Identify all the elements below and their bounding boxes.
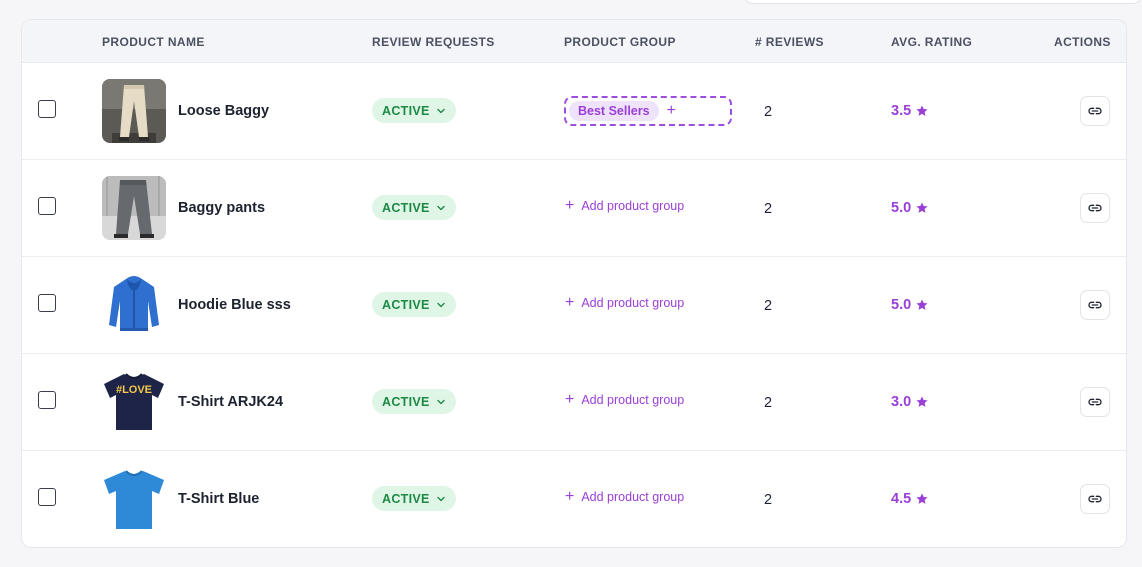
star-icon — [916, 202, 928, 213]
add-product-group-button[interactable]: + Add product group — [565, 391, 685, 408]
review-request-status-dropdown[interactable]: ACTIVE — [372, 195, 456, 220]
review-request-status-dropdown[interactable]: ACTIVE — [372, 486, 456, 511]
add-product-group-label: Add product group — [581, 296, 685, 310]
status-label: ACTIVE — [382, 394, 430, 409]
status-label: ACTIVE — [382, 491, 430, 506]
product-image-blue-hoodie[interactable] — [102, 273, 166, 337]
row-checkbox[interactable] — [38, 197, 56, 215]
link-icon — [1088, 107, 1102, 115]
chevron-down-icon — [436, 302, 445, 307]
search-field-edge[interactable] — [743, 0, 1142, 4]
star-icon — [916, 299, 928, 310]
copy-link-button[interactable] — [1080, 387, 1110, 417]
link-icon — [1088, 398, 1102, 406]
add-product-group-label: Add product group — [581, 490, 685, 504]
table-row: Baggy pants ACTIVE + Add product group 2… — [22, 160, 1126, 257]
add-product-group-label: Add product group — [581, 393, 685, 407]
rating-value: 4.5 — [891, 491, 912, 507]
product-name[interactable]: T-Shirt Blue — [178, 491, 259, 507]
plus-icon: + — [565, 197, 575, 214]
header-actions: ACTIONS — [1054, 35, 1111, 49]
table-row: Hoodie Blue sss ACTIVE + Add product gro… — [22, 257, 1126, 354]
star-icon — [916, 493, 928, 504]
row-checkbox[interactable] — [38, 391, 56, 409]
header-product-name[interactable]: PRODUCT NAME — [102, 35, 205, 49]
row-checkbox[interactable] — [38, 100, 56, 118]
copy-link-button[interactable] — [1080, 96, 1110, 126]
header-review-requests[interactable]: REVIEW REQUESTS — [372, 35, 495, 49]
products-table: PRODUCT NAME REVIEW REQUESTS PRODUCT GRO… — [21, 19, 1127, 548]
header-avg-rating[interactable]: AVG. RATING — [891, 35, 972, 49]
add-product-group-button[interactable]: + Add product group — [565, 488, 685, 505]
link-icon — [1088, 301, 1102, 309]
row-checkbox[interactable] — [38, 294, 56, 312]
review-request-status-dropdown[interactable]: ACTIVE — [372, 292, 456, 317]
review-count: 2 — [764, 298, 773, 314]
product-name[interactable]: Hoodie Blue sss — [178, 297, 291, 313]
avg-rating: 5.0 — [891, 200, 929, 216]
rating-value: 3.0 — [891, 394, 912, 410]
product-name[interactable]: Loose Baggy — [178, 103, 269, 119]
rating-value: 3.5 — [891, 103, 912, 119]
copy-link-button[interactable] — [1080, 290, 1110, 320]
status-label: ACTIVE — [382, 200, 430, 215]
product-name[interactable]: Baggy pants — [178, 200, 265, 216]
avg-rating: 3.5 — [891, 103, 929, 119]
rating-value: 5.0 — [891, 200, 912, 216]
header-reviews[interactable]: # REVIEWS — [755, 35, 824, 49]
plus-icon: + — [565, 391, 575, 408]
table-header: PRODUCT NAME REVIEW REQUESTS PRODUCT GRO… — [22, 20, 1126, 63]
status-label: ACTIVE — [382, 103, 430, 118]
copy-link-button[interactable] — [1080, 484, 1110, 514]
star-icon — [916, 105, 928, 116]
rating-value: 5.0 — [891, 297, 912, 313]
chevron-down-icon — [436, 496, 445, 501]
plus-icon[interactable]: + — [667, 103, 676, 119]
add-product-group-label: Add product group — [581, 199, 685, 213]
review-count: 2 — [764, 201, 773, 217]
product-image-love-tshirt[interactable]: #LOVE — [102, 370, 166, 434]
chevron-down-icon — [436, 205, 445, 210]
review-count: 2 — [764, 492, 773, 508]
star-icon — [916, 396, 928, 407]
tshirt-print-text: #LOVE — [116, 384, 152, 396]
copy-link-button[interactable] — [1080, 193, 1110, 223]
avg-rating: 4.5 — [891, 491, 929, 507]
link-icon — [1088, 495, 1102, 503]
link-icon — [1088, 204, 1102, 212]
table-row: #LOVE T-Shirt ARJK24 ACTIVE + Add produc… — [22, 354, 1126, 451]
table-row: Loose Baggy ACTIVE Best Sellers + 2 3.5 — [22, 63, 1126, 160]
plus-icon: + — [565, 488, 575, 505]
review-request-status-dropdown[interactable]: ACTIVE — [372, 98, 456, 123]
chevron-down-icon — [436, 399, 445, 404]
add-product-group-button[interactable]: + Add product group — [565, 197, 685, 214]
product-name[interactable]: T-Shirt ARJK24 — [178, 394, 283, 410]
header-product-group[interactable]: PRODUCT GROUP — [564, 35, 676, 49]
plus-icon: + — [565, 294, 575, 311]
product-image-beige-pants[interactable] — [102, 79, 166, 143]
product-image-grey-pants[interactable] — [102, 176, 166, 240]
product-group-editor[interactable]: Best Sellers + — [564, 96, 732, 126]
add-product-group-button[interactable]: + Add product group — [565, 294, 685, 311]
table-row: T-Shirt Blue ACTIVE + Add product group … — [22, 451, 1126, 547]
row-checkbox[interactable] — [38, 488, 56, 506]
status-label: ACTIVE — [382, 297, 430, 312]
avg-rating: 5.0 — [891, 297, 929, 313]
product-group-chip[interactable]: Best Sellers — [569, 101, 659, 121]
review-count: 2 — [764, 395, 773, 411]
chevron-down-icon — [436, 108, 445, 113]
product-image-blue-tshirt[interactable] — [102, 467, 166, 531]
review-request-status-dropdown[interactable]: ACTIVE — [372, 389, 456, 414]
avg-rating: 3.0 — [891, 394, 929, 410]
review-count: 2 — [764, 104, 773, 120]
